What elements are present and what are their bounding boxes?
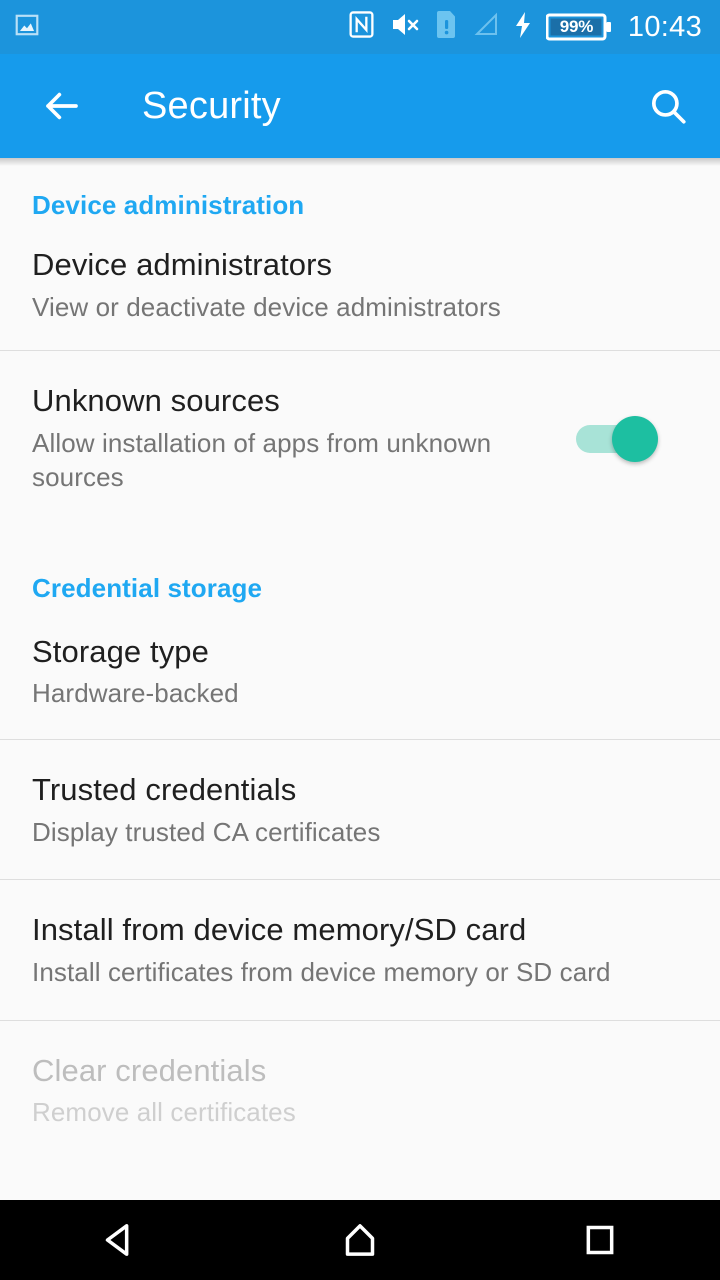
list-item-title: Device administrators [32,247,333,282]
nav-recents-button[interactable] [480,1200,720,1280]
search-icon [651,89,686,124]
list-item-summary: Install certificates from device memory … [32,956,611,987]
volume-muted-icon [390,11,422,43]
list-item-summary: Allow installation of apps from unknown … [32,427,492,492]
image-notification-icon [14,12,40,43]
list-item-text: Install from device memory/SD card Insta… [32,912,688,989]
status-bar-system-icons: 99% 10:43 [347,10,702,44]
android-settings-security-screen: 99% 10:43 Security Device administration… [0,0,720,1280]
status-bar-notification-icons [14,12,40,43]
unknown-sources-switch[interactable] [576,412,658,466]
list-item-summary: Remove all certificates [32,1097,296,1128]
list-item-text: Unknown sources Allow installation of ap… [32,383,552,494]
status-bar: 99% 10:43 [0,0,720,54]
nav-back-button[interactable] [0,1200,240,1280]
nav-home-button[interactable] [240,1200,480,1280]
status-bar-clock: 10:43 [627,10,702,43]
list-item-storage-type[interactable]: Storage type Hardware-backed [0,604,720,739]
charging-bolt-icon [514,11,532,44]
list-item-title: Install from device memory/SD card [32,912,527,948]
list-item-title: Unknown sources [32,383,280,419]
settings-list[interactable]: Device administration Device administrat… [0,158,720,1200]
list-item-summary: Hardware-backed [32,678,239,709]
section-header-credential-storage: Credential storage [32,572,263,603]
list-item-summary: View or deactivate device administrators [32,291,501,322]
nav-home-icon [345,1224,375,1256]
page-title: Security [142,84,281,127]
list-item-summary: Display trusted CA certificates [32,816,381,847]
signal-no-service-icon [472,12,500,43]
back-button[interactable] [34,78,90,134]
list-item-title: Storage type [32,633,209,669]
arrow-back-icon [46,92,78,120]
nfc-icon [347,10,376,44]
list-item-title: Clear credentials [32,1052,267,1088]
list-item-device-administrators[interactable]: Device administrators View or deactivate… [0,221,720,350]
list-item-clear-credentials: Clear credentials Remove all certificate… [0,1021,720,1160]
list-item-text: Storage type Hardware-backed [32,634,688,711]
battery-icon: 99% [545,12,612,42]
nav-back-icon [105,1224,129,1256]
list-item-title: Trusted credentials [32,771,297,807]
search-button[interactable] [640,78,696,134]
list-item-text: Device administrators View or deactivate… [32,247,688,324]
navigation-bar [0,1200,720,1280]
sim-card-alert-icon [436,10,458,44]
switch-thumb [612,415,658,462]
section-header-device-administration: Device administration [32,190,305,220]
list-item-unknown-sources[interactable]: Unknown sources Allow installation of ap… [0,351,720,524]
list-item-install-from-device-memory[interactable]: Install from device memory/SD card Insta… [0,880,720,1019]
list-item-trusted-credentials[interactable]: Trusted credentials Display trusted CA c… [0,740,720,879]
nav-recents-icon [586,1225,614,1255]
list-item-text: Clear credentials Remove all certificate… [32,1053,688,1130]
list-item-text: Trusted credentials Display trusted CA c… [32,772,688,849]
app-bar: Security [0,54,720,158]
